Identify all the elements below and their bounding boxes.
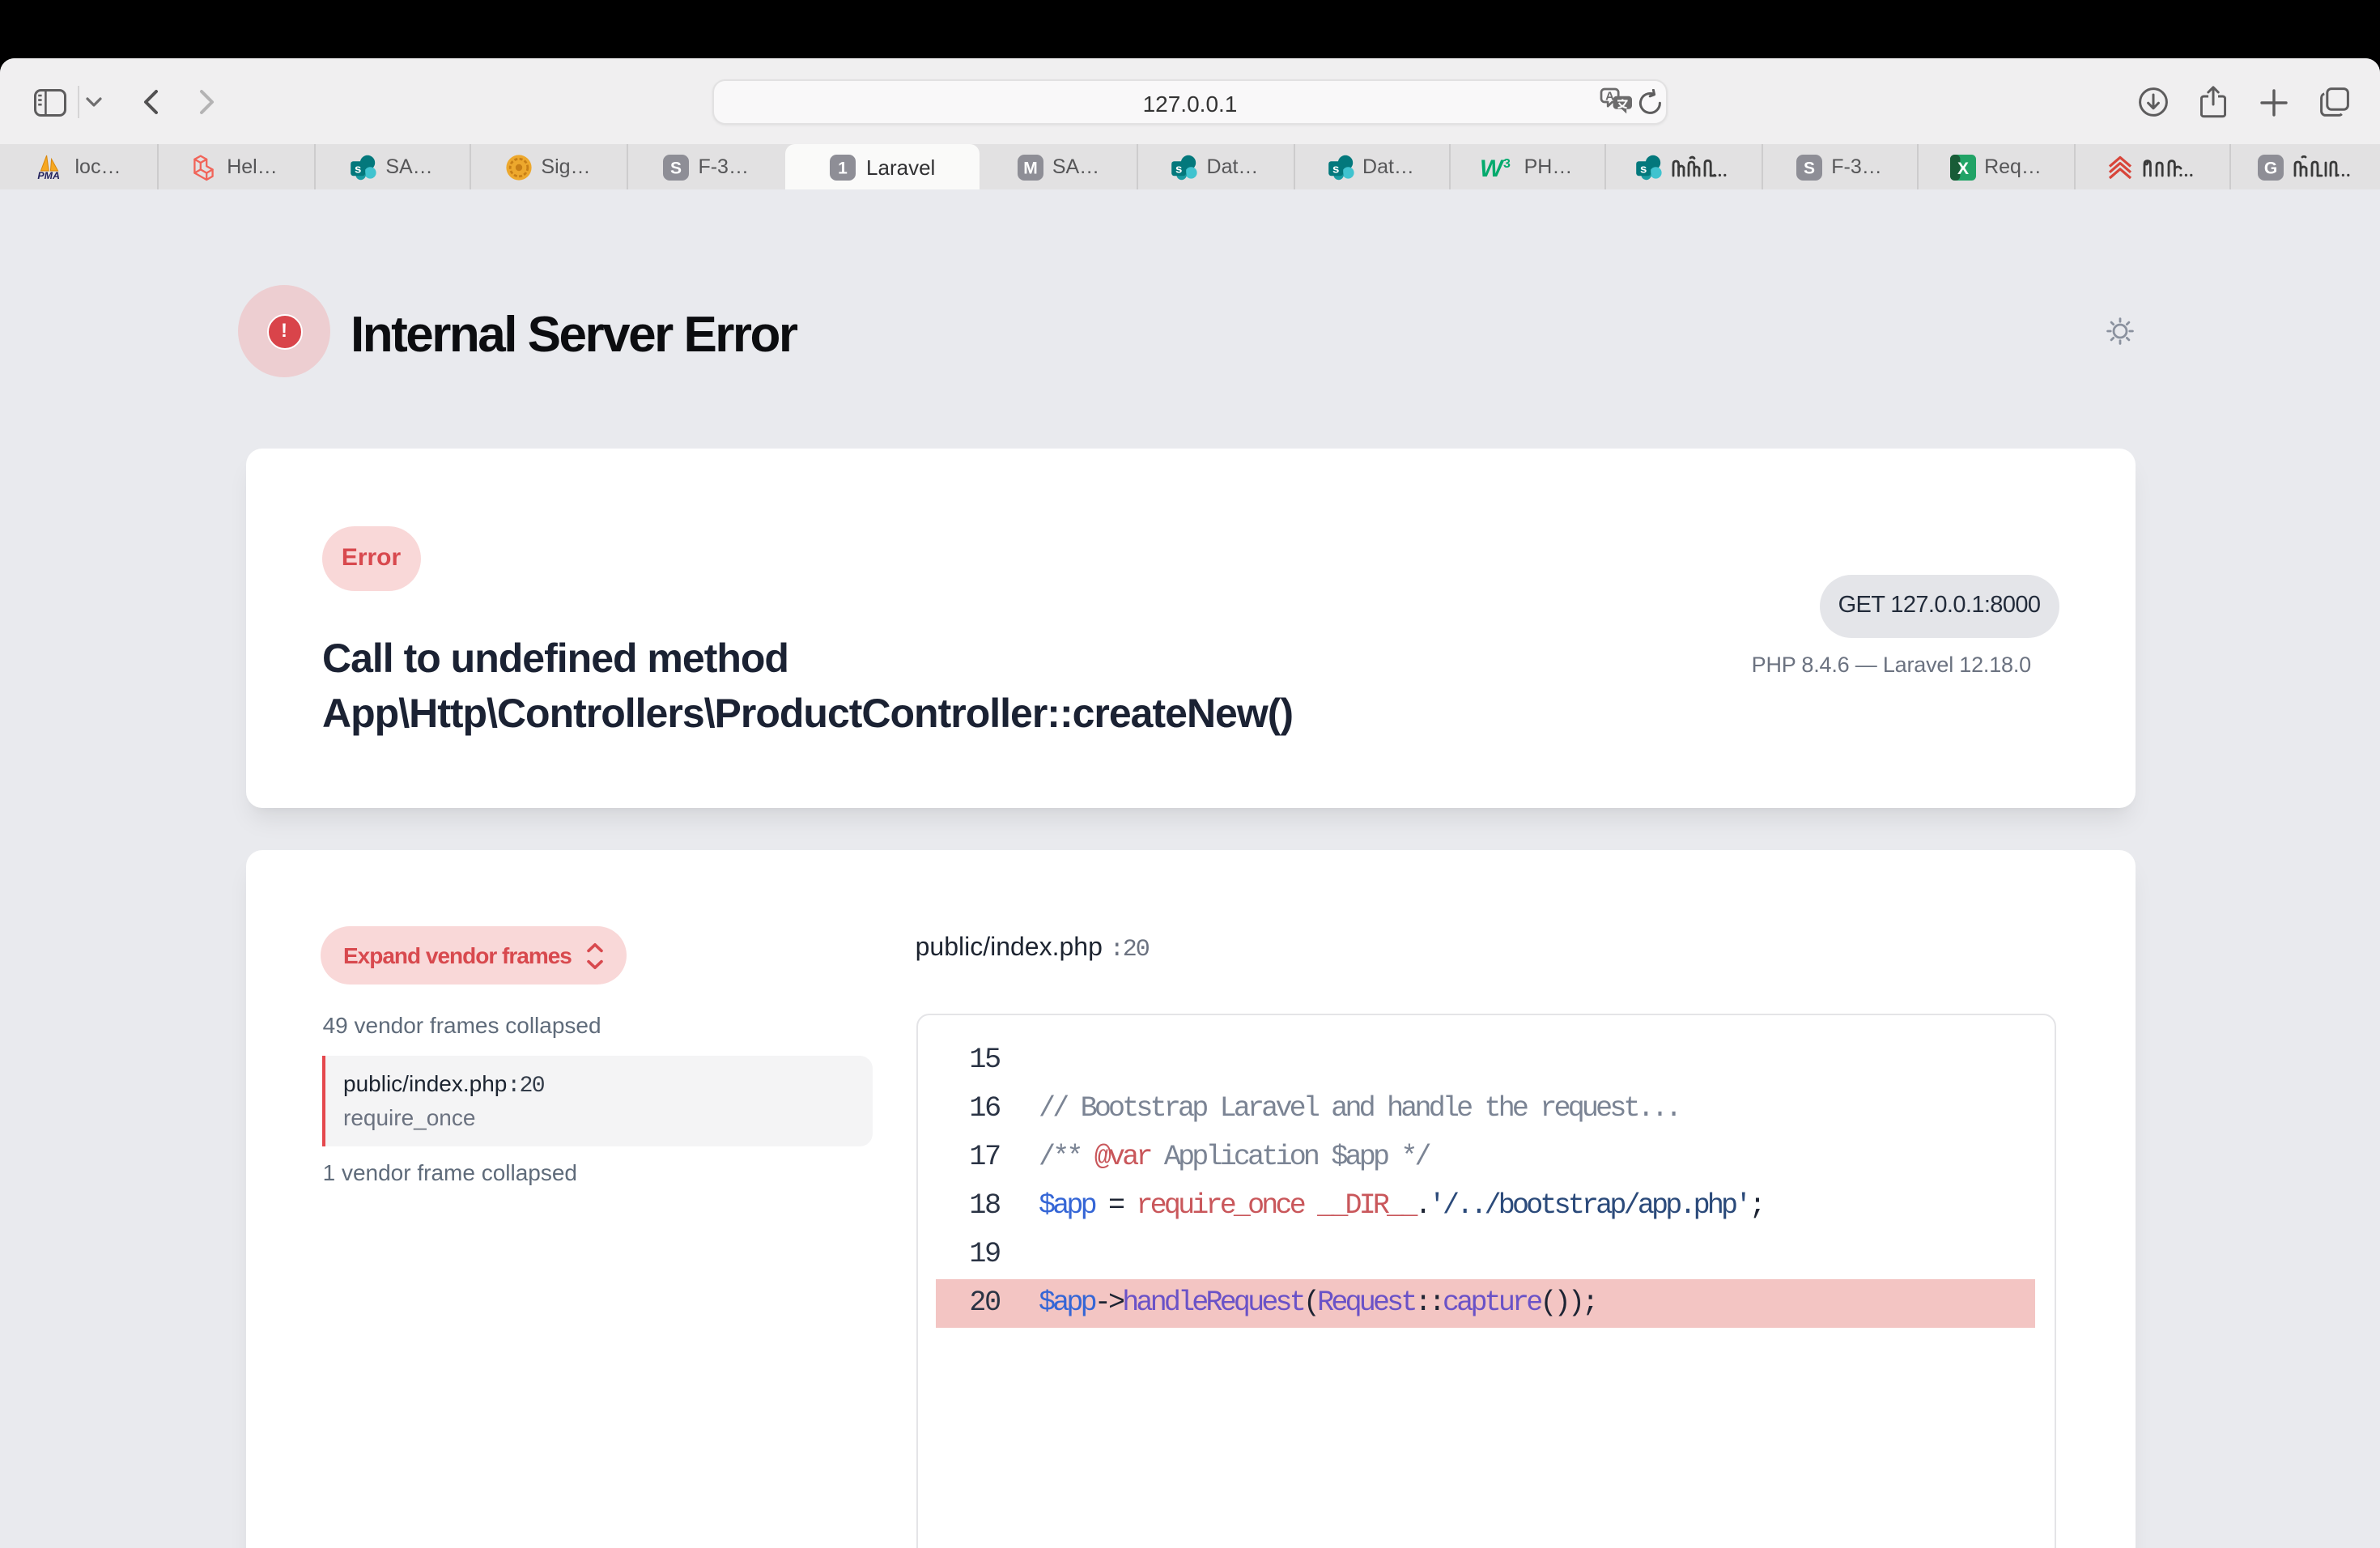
svg-text:X: X xyxy=(1957,159,1968,177)
svg-text:s: s xyxy=(1641,161,1647,175)
svg-text:s: s xyxy=(1332,161,1338,175)
svg-text:S: S xyxy=(1804,159,1815,177)
svg-text:M: M xyxy=(1023,159,1038,177)
svg-text:s: s xyxy=(1176,161,1183,175)
svg-text:S: S xyxy=(670,159,682,177)
svg-text:1: 1 xyxy=(838,159,848,177)
svg-text:s: s xyxy=(355,161,361,175)
svg-text:PMA: PMA xyxy=(38,170,61,180)
svg-text:G: G xyxy=(2263,159,2276,177)
svg-text:W: W xyxy=(1481,155,1506,179)
svg-text:3: 3 xyxy=(1504,156,1511,170)
svg-text:A: A xyxy=(1605,88,1614,102)
